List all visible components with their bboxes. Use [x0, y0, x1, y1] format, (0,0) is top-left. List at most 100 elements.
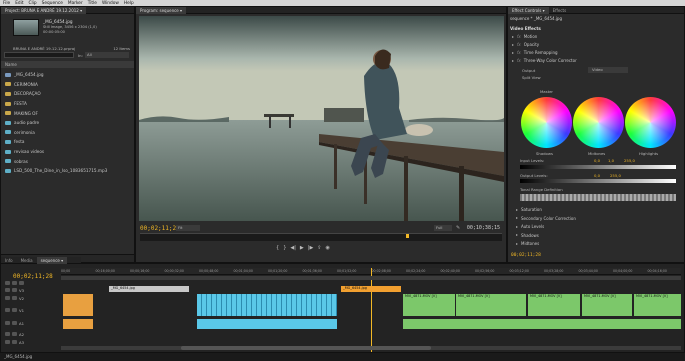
work-area-bar[interactable] [61, 276, 681, 280]
tonal-range-row[interactable]: Tonal Range Definition [520, 187, 563, 192]
clip-v1-green-2[interactable]: MVI_4871.MOV [V] [456, 294, 526, 316]
project-item[interactable]: MAKING OF [1, 108, 134, 118]
fx-badge-icon[interactable]: fx [517, 34, 521, 39]
menu-item[interactable]: Clip [29, 1, 37, 6]
effect-controls-tab[interactable]: Effect Controls ▾ [508, 6, 549, 14]
project-item[interactable]: CERIMONIA [1, 80, 134, 90]
camera-icon[interactable]: ◉ [326, 245, 330, 251]
expand-triangle-icon[interactable] [516, 225, 518, 228]
track-header[interactable]: V1 [5, 306, 59, 314]
color-correction-subsection[interactable]: Midtones [514, 240, 682, 247]
lock-icon[interactable] [12, 308, 17, 312]
timeline-scrollbar[interactable] [61, 346, 681, 350]
bottom-tab[interactable]: Media [17, 257, 37, 264]
expand-triangle-icon[interactable] [516, 217, 518, 219]
shadows-color-wheel[interactable] [521, 97, 572, 148]
clip-v1-green-5[interactable]: MVI_4871.MOV [V] [634, 294, 681, 316]
project-item[interactable]: _MG_6454.jpg [1, 70, 134, 80]
speaker-icon[interactable] [5, 332, 10, 336]
color-correction-subsection[interactable]: Auto Levels [514, 223, 682, 230]
input-levels-slider[interactable] [520, 165, 676, 169]
output-levels-slider[interactable] [520, 179, 676, 183]
play-icon[interactable]: ▶ [300, 245, 304, 251]
step-forward-icon[interactable]: |▶ [308, 245, 314, 251]
lock-icon[interactable] [12, 321, 17, 325]
step-back-icon[interactable]: ◀| [290, 245, 296, 251]
clip-a1-blue[interactable] [197, 319, 337, 329]
expand-triangle-icon[interactable] [512, 35, 514, 38]
menu-item[interactable]: Window [102, 1, 119, 6]
input-level-white[interactable]: 255,0 [624, 158, 635, 163]
menu-item[interactable]: Edit [15, 1, 23, 6]
expand-triangle-icon[interactable] [516, 208, 518, 211]
output-level-black[interactable]: 0,0 [594, 173, 600, 178]
fx-badge-icon[interactable]: fx [517, 42, 521, 47]
clip-v1-orange[interactable] [63, 294, 93, 316]
lock-icon[interactable] [12, 296, 17, 300]
name-column-header[interactable]: Name [1, 61, 134, 68]
project-item[interactable]: LSD_500_The_Dine_in_lso_1083651715.mp3 [1, 166, 134, 176]
project-item[interactable]: festa [1, 137, 134, 147]
project-item[interactable]: audio padre [1, 118, 134, 128]
search-input[interactable] [4, 52, 74, 58]
bottom-tab[interactable]: sequence ▾ [36, 256, 68, 264]
mark-out-icon[interactable]: } [283, 245, 286, 251]
effect-row[interactable]: fx Opacity [510, 41, 682, 48]
wrench-icon[interactable]: ✎ [456, 225, 460, 231]
playhead-marker[interactable] [406, 234, 409, 238]
project-item[interactable]: revisao videos [1, 147, 134, 157]
eye-icon[interactable] [5, 296, 10, 300]
wrench-icon[interactable] [19, 281, 24, 285]
clip-v1-green-3[interactable]: MVI_4871.MOV [V] [528, 294, 580, 316]
timeline-timecode[interactable]: 00;02;11;28 [13, 273, 53, 280]
program-tab[interactable]: Program: sequence ▾ [136, 6, 187, 14]
menu-item[interactable]: Title [88, 1, 97, 6]
mark-in-icon[interactable]: { [276, 245, 279, 251]
in-select[interactable]: All [85, 52, 129, 58]
effect-row[interactable]: fx Time Remapping [510, 49, 682, 56]
project-item[interactable]: DECORAÇAO [1, 89, 134, 99]
fx-badge-icon[interactable]: fx [517, 50, 521, 55]
lock-icon[interactable] [12, 340, 17, 344]
full-select[interactable]: Full [434, 225, 452, 231]
midtones-color-wheel[interactable] [573, 97, 624, 148]
clip-v2-a[interactable]: _MG_6454.jpg [109, 286, 189, 292]
clip-a1-green[interactable] [403, 319, 681, 329]
input-level-gray[interactable]: 1,0 [608, 158, 614, 163]
highlights-color-wheel[interactable] [625, 97, 676, 148]
project-item[interactable]: FESTA [1, 99, 134, 109]
eye-icon[interactable] [5, 288, 10, 292]
clip-v1-green-1[interactable]: MVI_4871.MOV [V] [403, 294, 455, 316]
color-correction-subsection[interactable]: Shadows [514, 232, 682, 239]
project-tab[interactable]: Project: BRUNA E ANDRÉ 19.12.2012 ▾ [1, 6, 87, 14]
menu-item[interactable]: Help [124, 1, 134, 6]
color-correction-subsection[interactable]: Secondary Color Correction [514, 215, 682, 222]
project-item[interactable]: cerimonia [1, 128, 134, 138]
clip-v1-green-4[interactable]: MVI_4871.MOV [V] [582, 294, 632, 316]
speaker-icon[interactable] [5, 340, 10, 344]
menu-item[interactable]: File [3, 1, 10, 6]
split-view-row[interactable]: Split View [522, 75, 541, 80]
tonal-range-slider[interactable] [520, 194, 676, 201]
output-select[interactable]: Video [588, 67, 628, 73]
bottom-tab[interactable]: Info [1, 257, 17, 264]
clip-a1-orange[interactable] [63, 319, 93, 329]
track-header[interactable]: A3 [5, 338, 59, 346]
color-correction-subsection[interactable]: Saturation [514, 206, 682, 213]
effects-tab[interactable]: Effects [549, 7, 571, 14]
effect-row[interactable]: fx Three-Way Color Corrector [510, 57, 682, 64]
input-level-black[interactable]: 0,0 [594, 158, 600, 163]
effect-row[interactable]: fx Motion [510, 33, 682, 40]
lock-icon[interactable] [12, 288, 17, 292]
fx-badge-icon[interactable]: fx [517, 58, 521, 63]
project-item[interactable]: sobras [1, 156, 134, 166]
menu-item[interactable]: Marker [68, 1, 83, 6]
fit-select[interactable]: Fit [176, 225, 200, 231]
lock-icon[interactable] [12, 332, 17, 336]
track-header[interactable]: V3 [5, 286, 59, 294]
track-header[interactable]: V2 [5, 294, 59, 302]
marker-icon[interactable] [12, 281, 17, 285]
monitor-scrub-bar[interactable] [140, 233, 502, 241]
eye-icon[interactable] [5, 308, 10, 312]
snap-icon[interactable] [5, 281, 10, 285]
